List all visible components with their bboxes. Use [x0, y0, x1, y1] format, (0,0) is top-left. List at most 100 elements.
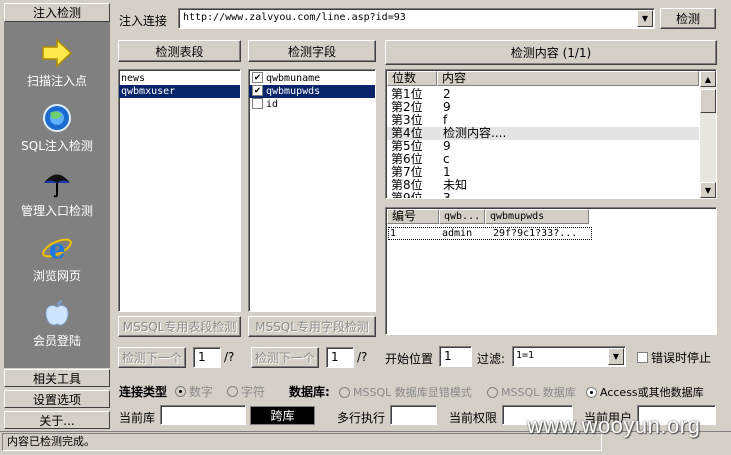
stop-on-error-checkbox[interactable]: 错误时停止	[636, 349, 711, 366]
radio-button[interactable]	[487, 386, 498, 398]
url-input[interactable]: http://www.zalvyou.com/line.asp?id=93	[183, 12, 406, 23]
detect-button[interactable]: 检测	[660, 8, 716, 29]
tables-page-input[interactable]: 1	[193, 347, 221, 368]
radio-type-number[interactable]: 数字	[175, 383, 213, 400]
tab-about[interactable]: 关于...	[4, 411, 110, 429]
list-item[interactable]: ✔ qwbmupwds	[249, 84, 375, 98]
tab-injection-detect[interactable]: 注入检测	[4, 3, 110, 22]
scroll-thumb[interactable]	[700, 89, 716, 113]
tab-related-tools[interactable]: 相关工具	[4, 369, 110, 387]
umbrella-icon	[41, 168, 73, 198]
tables-list[interactable]: news qwbmxuser	[118, 69, 241, 312]
radio-label: MSSQL 数据库显错模式	[353, 386, 472, 399]
table-row[interactable]: 第3位 f	[387, 114, 699, 127]
detect-button-label: 检测	[675, 12, 700, 26]
scroll-down-button[interactable]: ▼	[700, 182, 716, 198]
tab-label: 关于...	[39, 413, 75, 428]
result-table[interactable]: 编号 qwb... qwbmupwds 1 admin 29f?9c1?33?.…	[385, 207, 717, 335]
column-header-upwds[interactable]: qwbmupwds	[485, 209, 589, 224]
detect-fields-button[interactable]: 检测字段	[248, 40, 376, 62]
stop-on-error-label: 错误时停止	[651, 351, 712, 365]
column-header-id[interactable]: 编号	[387, 209, 439, 224]
position-scrollbar[interactable]: ▲ ▼	[700, 71, 716, 198]
sidebar-item-browse[interactable]: e 浏览网页	[4, 233, 110, 295]
radio-button[interactable]	[586, 386, 597, 398]
mssql-tables-button[interactable]: MSSQL专用表段检测	[118, 316, 241, 337]
sidebar-item-label: 浏览网页	[32, 269, 81, 283]
svg-text:e: e	[49, 235, 66, 263]
table-row[interactable]: 第8位 未知	[387, 179, 699, 192]
status-text: 内容已检测完成。	[7, 435, 95, 448]
table-row[interactable]: 第7位 1	[387, 166, 699, 179]
table-row[interactable]: 第9位 3	[387, 191, 699, 199]
tab-settings[interactable]: 设置选项	[4, 390, 110, 408]
table-row[interactable]: 第6位 c	[387, 153, 699, 166]
table-row[interactable]: 第5位 9	[387, 140, 699, 153]
fields-list[interactable]: ✔ qwbmuname ✔ qwbmupwds id	[248, 69, 376, 312]
url-dropdown-button[interactable]: ▼	[637, 10, 653, 27]
column-header-content[interactable]: 内容	[437, 71, 699, 86]
fields-page-total: /?	[357, 350, 368, 364]
tables-next-button[interactable]: 检测下一个	[118, 347, 186, 368]
detect-content-button[interactable]: 检测内容 (1/1)	[385, 40, 717, 65]
checkbox-box[interactable]	[637, 352, 648, 363]
radio-button[interactable]	[175, 386, 186, 397]
result-cell-id: 1	[390, 228, 397, 239]
position-list[interactable]: 位数 内容 第1位 2 第2位 9 第3位 f 第4位 检测内容.... 第5位 9 第6位 c 第7位…	[385, 69, 717, 199]
filter-dropdown-button[interactable]: ▼	[608, 348, 624, 365]
list-item[interactable]: ✔ qwbmuname	[249, 71, 375, 85]
radio-button[interactable]	[339, 386, 350, 398]
content-cell: 3	[443, 191, 451, 199]
result-cell-upwds: 29f?9c1?33?...	[493, 228, 578, 239]
filter-select[interactable]: 1=1 ▼	[512, 346, 626, 367]
radio-db-access[interactable]: Access或其他数据库	[586, 384, 704, 400]
sidebar-item-sql-detect[interactable]: SQL注入检测	[4, 103, 110, 165]
start-position-label: 开始位置	[385, 352, 434, 366]
list-item[interactable]: id	[249, 97, 375, 111]
fields-next-button[interactable]: 检测下一个	[251, 347, 319, 368]
scroll-up-button[interactable]: ▲	[700, 71, 716, 87]
table-row[interactable]: 第2位 9	[387, 101, 699, 114]
field-checkbox[interactable]: ✔	[252, 84, 263, 96]
table-row[interactable]: 1 admin 29f?9c1?33?...	[388, 227, 592, 240]
table-row[interactable]: 第1位 2	[387, 88, 699, 101]
chevron-up-icon: ▲	[704, 74, 712, 84]
column-header-uname[interactable]: qwb...	[439, 209, 485, 224]
url-combobox[interactable]: http://www.zalvyou.com/line.asp?id=93 ▼	[178, 8, 655, 29]
chevron-down-icon: ▼	[612, 352, 620, 361]
filter-value: 1=1	[516, 350, 535, 361]
filter-label: 过滤:	[477, 352, 506, 366]
sidebar-item-label: 管理入口检测	[20, 204, 93, 218]
fields-page-input[interactable]: 1	[326, 347, 354, 368]
cross-db-button[interactable]: 跨库	[250, 406, 315, 425]
field-label: qwbmupwds	[266, 86, 321, 97]
radio-db-mssql-error[interactable]: MSSQL 数据库显错模式	[339, 384, 472, 400]
database-label: 数据库:	[289, 385, 330, 399]
list-item[interactable]: news	[119, 72, 240, 85]
radio-type-string[interactable]: 字符	[227, 383, 265, 400]
radio-db-mssql[interactable]: MSSQL 数据库	[487, 384, 576, 400]
mssql-tables-label: MSSQL专用表段检测	[122, 320, 237, 334]
multi-exec-label: 多行执行	[337, 411, 386, 425]
current-db-input[interactable]	[160, 405, 246, 425]
radio-button[interactable]	[227, 386, 238, 397]
sidebar-item-scan-injection[interactable]: 扫描注入点	[4, 38, 110, 100]
sidebar-item-member-login[interactable]: 会员登陆	[4, 298, 110, 360]
field-label: qwbmuname	[266, 73, 321, 84]
field-checkbox[interactable]: ✔	[252, 71, 263, 83]
ie-icon: e	[41, 233, 73, 265]
start-position-input[interactable]: 1	[439, 346, 472, 367]
multi-exec-input[interactable]	[390, 405, 437, 425]
list-item[interactable]: qwbmxuser	[119, 85, 240, 98]
radio-label: 数字	[189, 385, 214, 399]
fields-next-label: 检测下一个	[254, 351, 315, 365]
radio-label: MSSQL 数据库	[501, 386, 576, 399]
chevron-down-icon: ▼	[704, 185, 712, 195]
detect-tables-button[interactable]: 检测表段	[118, 40, 241, 62]
field-checkbox[interactable]	[252, 97, 263, 109]
table-row[interactable]: 第4位 检测内容....	[387, 127, 699, 140]
sidebar-item-admin-entry[interactable]: 管理入口检测	[4, 168, 110, 230]
mssql-fields-button[interactable]: MSSQL专用字段检测	[248, 316, 376, 337]
field-label: id	[266, 99, 279, 110]
column-header-position[interactable]: 位数	[387, 71, 437, 86]
